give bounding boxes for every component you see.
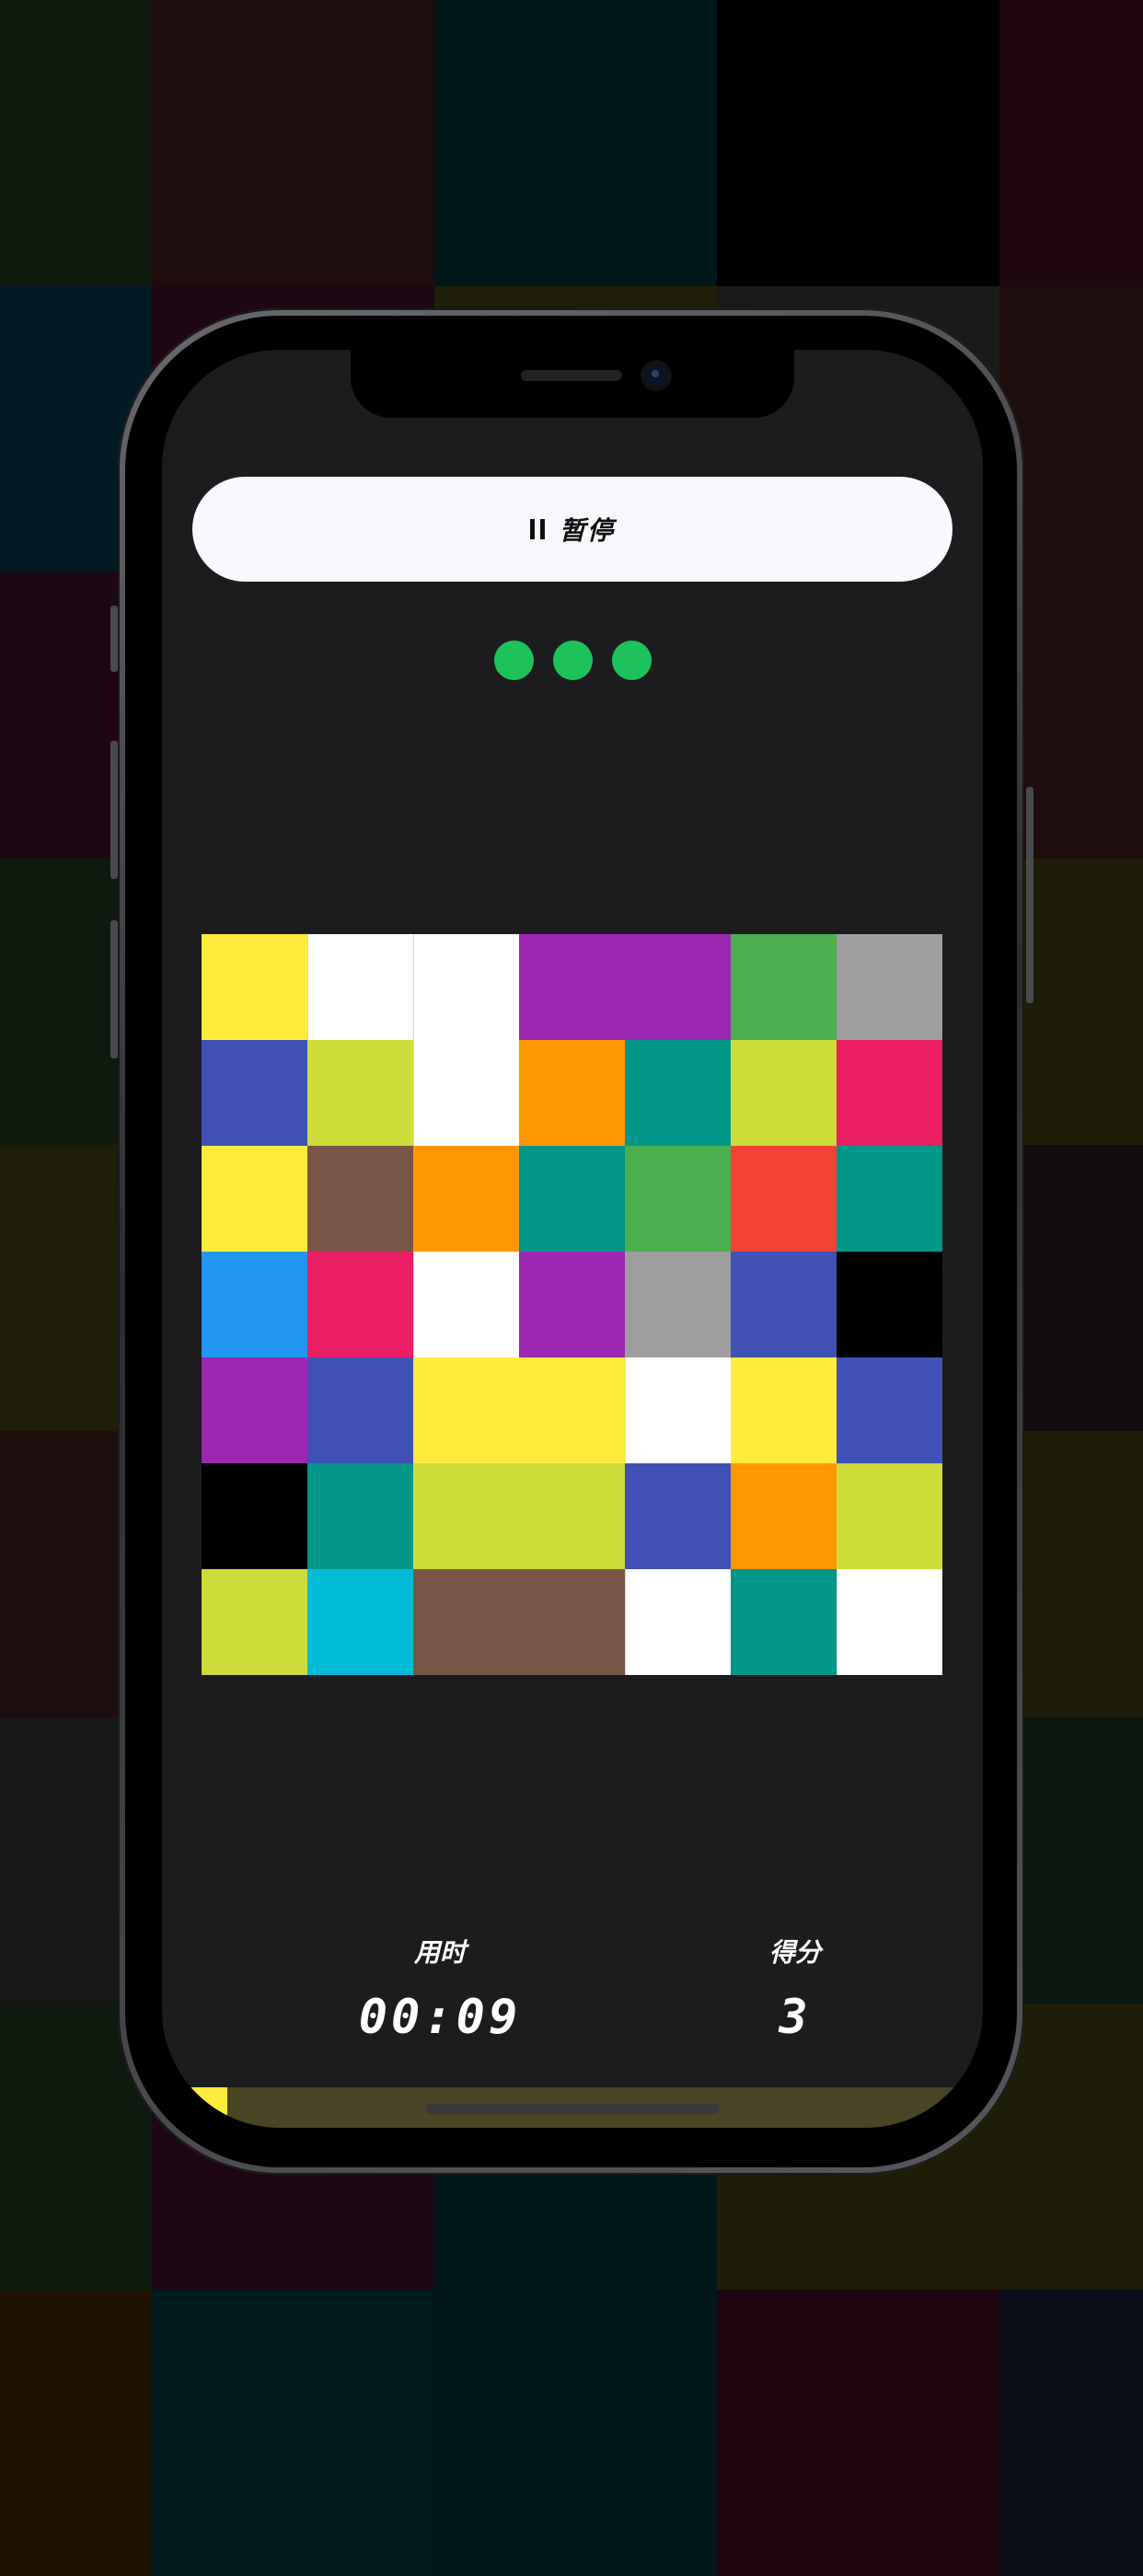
grid-cell[interactable] — [625, 1357, 731, 1463]
grid-cell[interactable] — [731, 934, 837, 1040]
home-indicator — [425, 2104, 720, 2114]
grid-cell[interactable] — [625, 1463, 731, 1569]
time-stat: 用时 00:09 — [302, 1933, 578, 2045]
score-stat: 得分 3 — [657, 1933, 933, 2045]
grid-cell[interactable] — [413, 1252, 519, 1357]
grid-cell[interactable] — [837, 1357, 942, 1463]
silent-switch — [110, 606, 118, 672]
grid-cell[interactable] — [202, 1146, 307, 1252]
grid-cell[interactable] — [519, 934, 625, 1040]
volume-up-button — [110, 741, 118, 879]
grid-cell[interactable] — [625, 1040, 731, 1146]
time-value: 00:09 — [358, 1990, 522, 2045]
grid-cell[interactable] — [413, 1569, 519, 1675]
notch — [351, 350, 794, 418]
background-tile — [999, 2290, 1143, 2576]
grid-cell[interactable] — [519, 1252, 625, 1357]
pause-button[interactable]: 暂停 — [192, 477, 952, 582]
grid-cell[interactable] — [519, 1569, 625, 1675]
grid-cell[interactable] — [837, 1146, 942, 1252]
grid-cell[interactable] — [519, 1357, 625, 1463]
grid-cell[interactable] — [837, 1040, 942, 1146]
background-tile — [152, 0, 434, 286]
grid-cell[interactable] — [625, 1569, 731, 1675]
life-dot — [611, 641, 652, 680]
speaker-grille — [521, 370, 622, 381]
grid-cell[interactable] — [202, 1252, 307, 1357]
grid-cell[interactable] — [202, 1357, 307, 1463]
grid-cell[interactable] — [413, 934, 519, 1040]
background-tile — [434, 0, 717, 286]
front-camera — [643, 363, 669, 388]
grid-cell[interactable] — [731, 1463, 837, 1569]
grid-cell[interactable] — [307, 1040, 413, 1146]
pause-icon — [529, 519, 545, 539]
lives-indicator — [162, 641, 983, 680]
grid-cell[interactable] — [202, 1463, 307, 1569]
background-tile — [152, 2290, 434, 2576]
grid-cell[interactable] — [837, 1252, 942, 1357]
grid-cell[interactable] — [413, 1040, 519, 1146]
grid-cell[interactable] — [731, 1040, 837, 1146]
grid-cell[interactable] — [625, 1146, 731, 1252]
timer-bar-fill — [162, 2087, 228, 2128]
grid-cell[interactable] — [307, 1569, 413, 1675]
background-tile — [717, 0, 999, 286]
grid-cell[interactable] — [307, 1252, 413, 1357]
grid-cell[interactable] — [731, 1146, 837, 1252]
background-tile — [0, 0, 152, 286]
grid-cell[interactable] — [202, 1569, 307, 1675]
grid-cell[interactable] — [519, 1463, 625, 1569]
grid-cell[interactable] — [307, 1357, 413, 1463]
grid-cell[interactable] — [837, 1569, 942, 1675]
power-button — [1026, 787, 1033, 1003]
grid-cell[interactable] — [731, 1252, 837, 1357]
score-label: 得分 — [768, 1937, 821, 1968]
volume-down-button — [110, 920, 118, 1058]
color-grid — [202, 934, 942, 1675]
score-value: 3 — [779, 1990, 812, 2045]
grid-cell[interactable] — [202, 934, 307, 1040]
grid-cell[interactable] — [307, 1463, 413, 1569]
grid-cell[interactable] — [625, 934, 731, 1040]
grid-cell[interactable] — [202, 1040, 307, 1146]
grid-cell[interactable] — [413, 1146, 519, 1252]
life-dot — [552, 641, 593, 680]
grid-cell[interactable] — [519, 1146, 625, 1252]
background-tile — [999, 2004, 1143, 2290]
time-label: 用时 — [413, 1937, 466, 1968]
grid-cell[interactable] — [413, 1357, 519, 1463]
background-tile — [434, 2290, 717, 2576]
grid-cell[interactable] — [413, 1463, 519, 1569]
life-dot — [493, 641, 534, 680]
grid-cell[interactable] — [731, 1569, 837, 1675]
grid-cell[interactable] — [307, 934, 413, 1040]
grid-cell[interactable] — [837, 1463, 942, 1569]
game-screen: 暂停 用时 00:09 得分 3 — [162, 350, 983, 2128]
background-tile — [0, 2290, 152, 2576]
background-tile — [999, 0, 1143, 286]
grid-cell[interactable] — [625, 1252, 731, 1357]
background-tile — [717, 2290, 999, 2576]
pause-button-label: 暂停 — [559, 515, 615, 546]
grid-cell[interactable] — [307, 1146, 413, 1252]
grid-cell[interactable] — [837, 934, 942, 1040]
grid-cell[interactable] — [731, 1357, 837, 1463]
grid-cell[interactable] — [519, 1040, 625, 1146]
